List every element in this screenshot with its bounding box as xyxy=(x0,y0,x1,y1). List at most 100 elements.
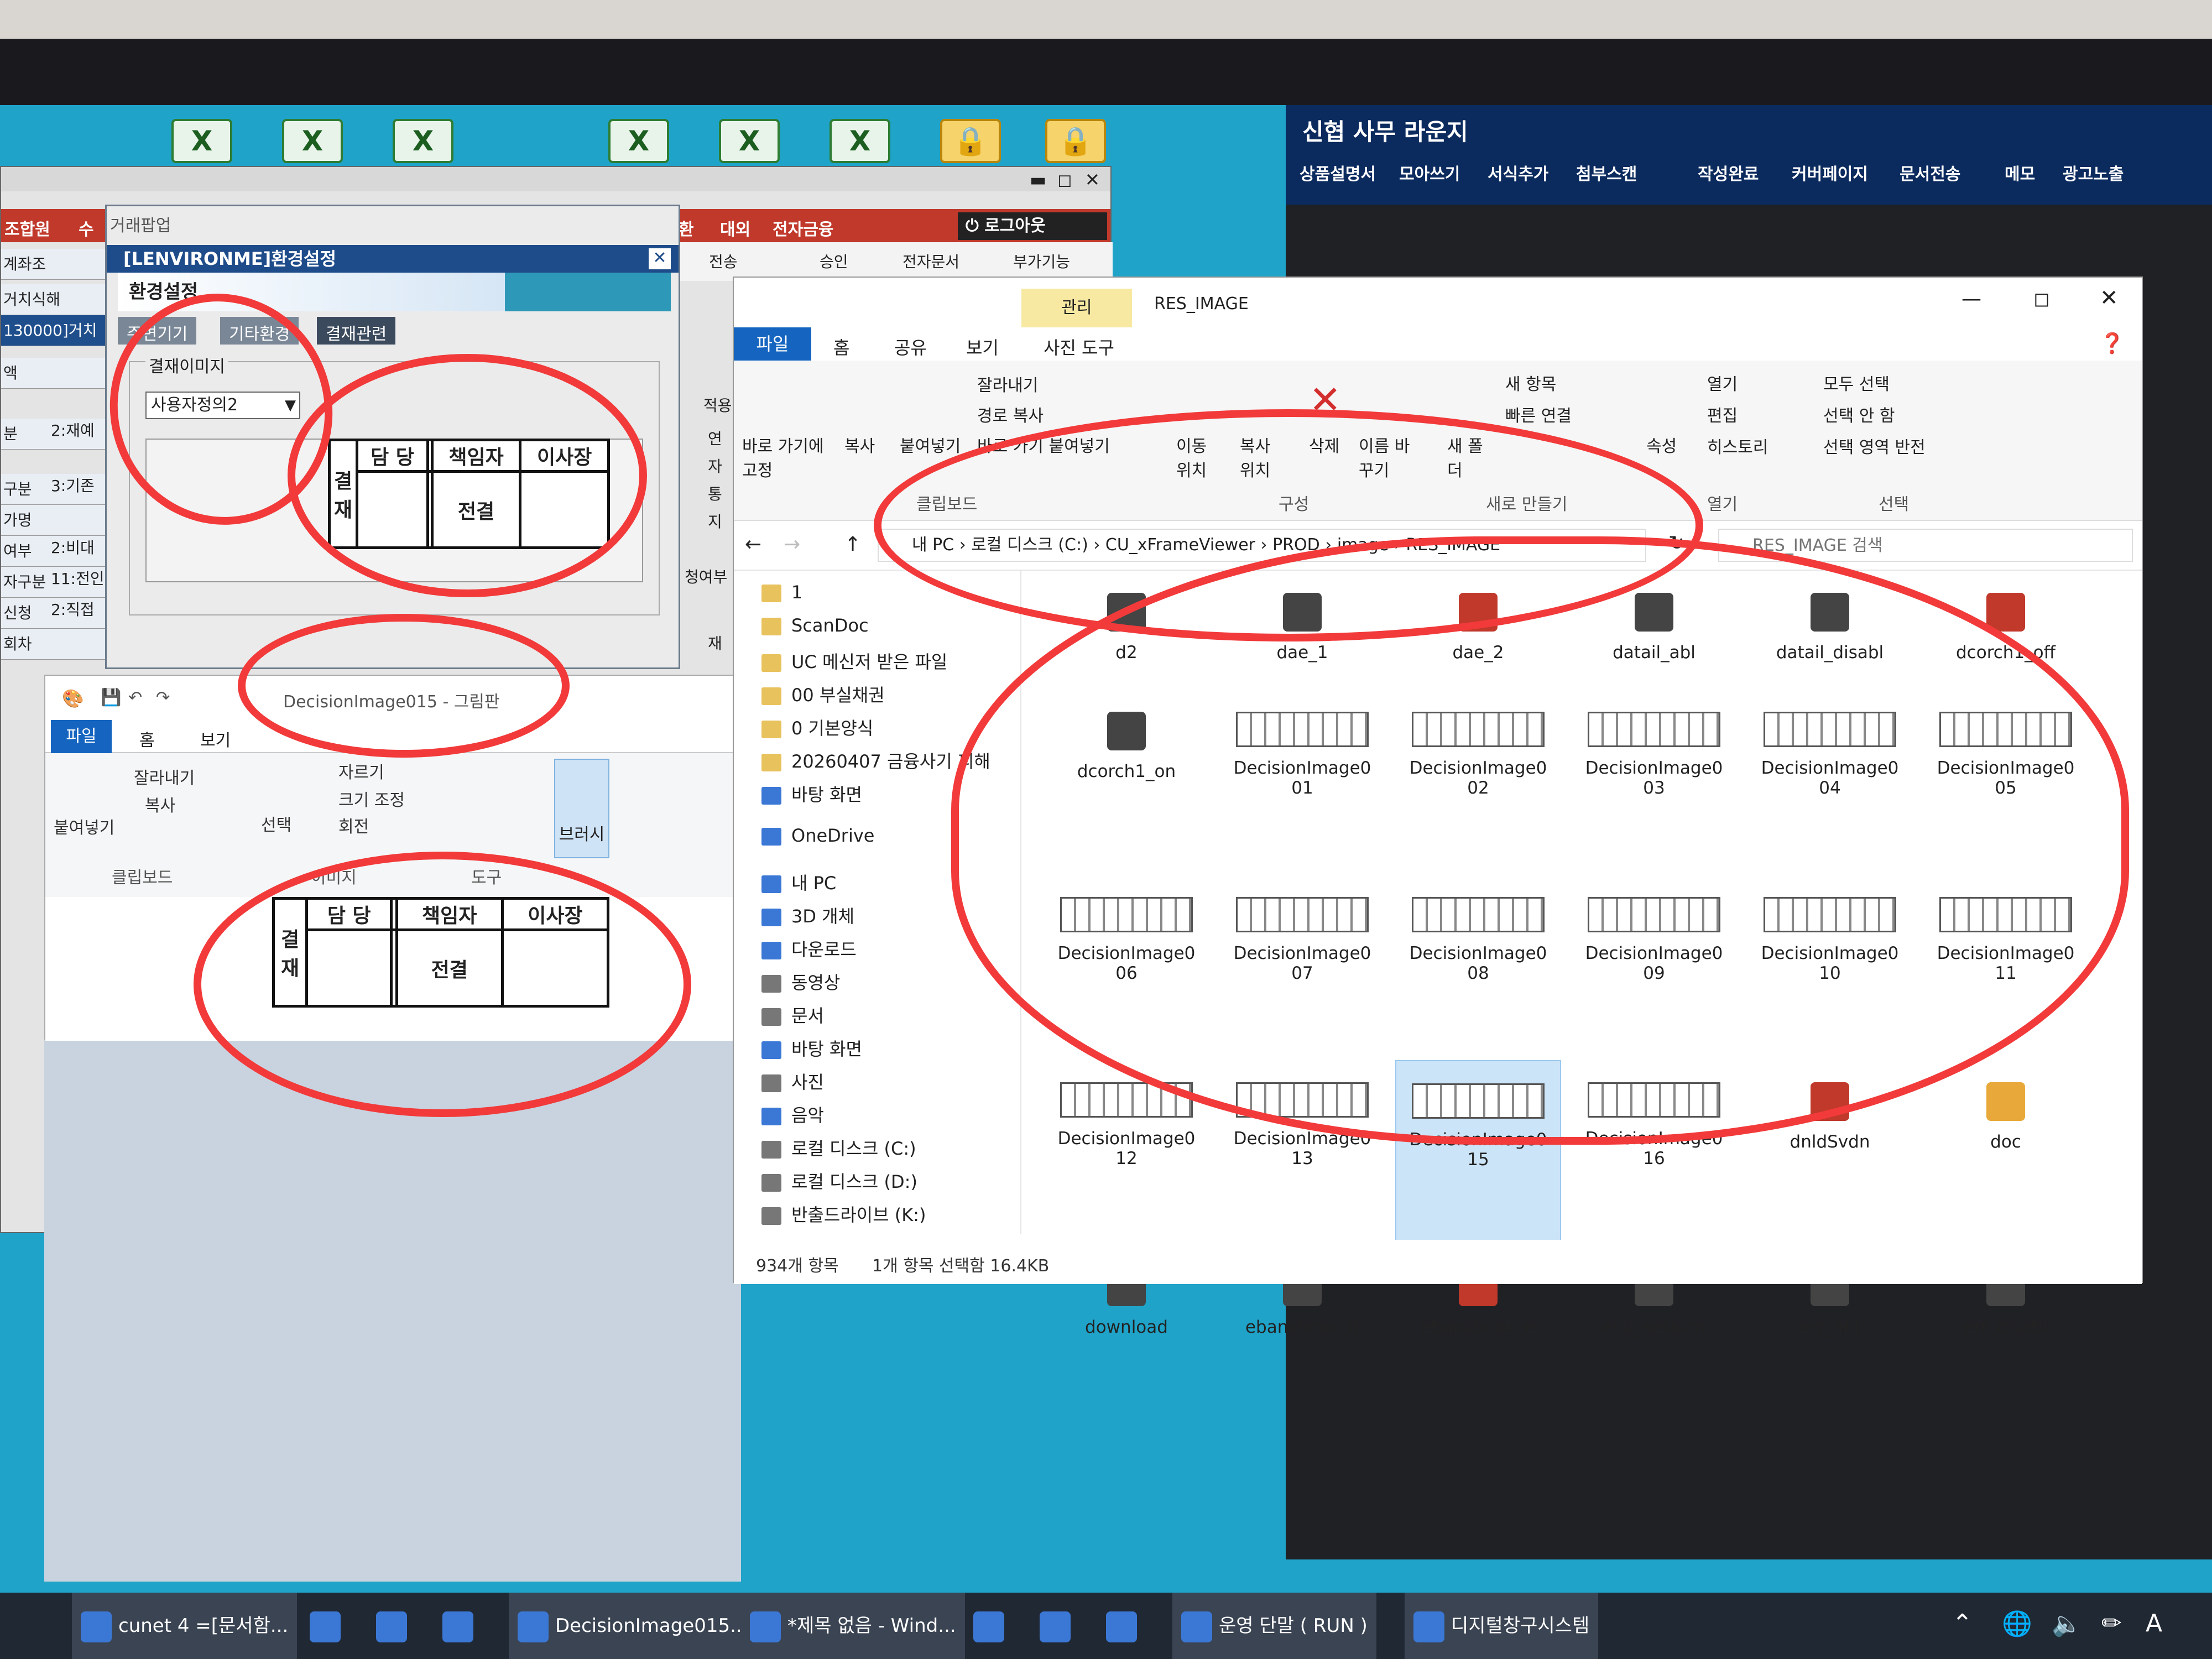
ime-indicator[interactable]: A xyxy=(2146,1609,2162,1637)
tab-home[interactable]: 홈 xyxy=(139,727,155,751)
desktop-excel-icon[interactable]: X xyxy=(282,119,343,163)
minimize-icon[interactable]: — xyxy=(1961,288,1981,310)
nav-item[interactable]: 바탕 화면 xyxy=(761,781,862,806)
up-icon[interactable]: ↑ xyxy=(844,533,861,556)
history-button[interactable]: 히스토리 xyxy=(1707,434,1768,458)
maximize-icon[interactable]: ◻ xyxy=(1057,169,1072,190)
taskbar-app[interactable] xyxy=(1106,1593,1144,1659)
desktop-excel-icon[interactable]: X xyxy=(393,119,453,163)
tool-approve[interactable]: 승인 xyxy=(820,250,848,272)
resize-button[interactable]: 크기 조정 xyxy=(338,786,405,811)
file-item[interactable]: doc xyxy=(1923,1060,2089,1243)
nav-item[interactable]: 로컬 디스크 (D:) xyxy=(761,1168,917,1193)
taskbar-app[interactable] xyxy=(442,1593,480,1659)
nav-item[interactable]: 내 PC xyxy=(761,869,836,895)
menu-send-doc[interactable]: 문서전송 xyxy=(1900,160,1960,185)
chevron-up-icon[interactable]: ⌃ xyxy=(1952,1609,1973,1637)
nav-item[interactable]: 음악 xyxy=(761,1102,824,1127)
nav-item[interactable]: 문서 xyxy=(761,1002,824,1027)
desktop-excel-icon[interactable]: X xyxy=(171,119,232,163)
nav-item[interactable]: 0 기본양식 xyxy=(761,714,873,740)
taskbar-app[interactable] xyxy=(973,1593,1011,1659)
nav-item[interactable]: 20260407 금융사기 피해 xyxy=(761,748,990,773)
rotate-button[interactable]: 회전 xyxy=(338,813,369,837)
taskbar-app[interactable] xyxy=(1040,1593,1077,1659)
network-icon[interactable]: 🌐 xyxy=(2002,1609,2032,1638)
nav-item[interactable]: ScanDoc xyxy=(761,615,869,636)
nav-item[interactable]: 다운로드 xyxy=(761,936,857,961)
nav-item[interactable]: 로컬 디스크 (C:) xyxy=(761,1135,916,1160)
cut-button[interactable]: 잘라내기 xyxy=(977,372,1038,396)
tab-file[interactable]: 파일 xyxy=(734,327,811,361)
cut-button[interactable]: 잘라내기 xyxy=(134,764,195,789)
copy-button[interactable]: 복사 xyxy=(844,432,875,457)
tab-file[interactable]: 파일 xyxy=(51,720,112,753)
tool-send[interactable]: 전송 xyxy=(709,250,738,272)
pen-icon[interactable]: ✏ xyxy=(2101,1609,2122,1637)
nav-item[interactable]: 사진 xyxy=(761,1068,824,1094)
desktop-excel-icon[interactable]: X xyxy=(830,119,890,163)
nav-item[interactable]: 1 xyxy=(761,582,802,603)
copy-button[interactable]: 복사 xyxy=(145,792,175,816)
taskbar-app[interactable]: cunet 4 =[문서함... xyxy=(72,1593,298,1659)
menu-memo[interactable]: 메모 xyxy=(2005,160,2035,185)
menu-cover-page[interactable]: 커버페이지 xyxy=(1792,160,1868,185)
nav-item[interactable]: 00 부실채권 xyxy=(761,681,885,707)
taskbar-app[interactable]: *제목 없음 - Wind... xyxy=(741,1593,965,1659)
menu-external[interactable]: 대외 xyxy=(720,216,750,240)
tab-share[interactable]: 공유 xyxy=(894,334,927,359)
select-all-button[interactable]: 모두 선택 xyxy=(1823,371,1890,395)
manage-tab[interactable]: 관리 xyxy=(1021,289,1132,327)
menu-e-finance[interactable]: 전자금융 xyxy=(773,216,833,240)
forward-icon[interactable]: → xyxy=(784,533,800,556)
maximize-icon[interactable]: ◻ xyxy=(2033,288,2050,310)
easy-access-button[interactable]: 빠른 연결 xyxy=(1505,402,1572,426)
menu-moawrite[interactable]: 모아쓰기 xyxy=(1399,160,1460,185)
copy-path-button[interactable]: 경로 복사 xyxy=(977,402,1044,426)
minimize-icon[interactable]: ▬ xyxy=(1030,169,1046,190)
taskbar-app[interactable]: DecisionImage015... xyxy=(509,1593,757,1659)
nav-item[interactable]: 반출드라이브 (K:) xyxy=(761,1201,926,1227)
volume-icon[interactable]: 🔈 xyxy=(2052,1609,2082,1638)
select-button[interactable]: 선택 xyxy=(261,811,291,836)
nav-item[interactable]: 바탕 화면 xyxy=(761,1035,862,1061)
desktop-excel-icon[interactable]: X xyxy=(608,119,669,163)
properties-button[interactable]: 속성 xyxy=(1646,432,1677,457)
tab-picture-tools[interactable]: 사진 도구 xyxy=(1044,334,1114,359)
close-icon[interactable]: ✕ xyxy=(2100,285,2119,311)
tab-view[interactable]: 보기 xyxy=(966,334,999,359)
nav-item[interactable]: 3D 개체 xyxy=(761,902,854,928)
brush-button[interactable]: 브러시 xyxy=(554,759,609,858)
taskbar-app[interactable]: 디지털창구시스템 xyxy=(1405,1593,1599,1659)
menu-member[interactable]: 조합원 xyxy=(4,216,50,240)
menu-ad[interactable]: 광고노출 xyxy=(2063,160,2124,185)
taskbar-app[interactable]: 운영 단말 ( RUN ) xyxy=(1172,1593,1376,1659)
nav-item[interactable]: 동영상 xyxy=(761,969,840,994)
help-icon[interactable]: ❓ xyxy=(2100,332,2125,355)
pin-button[interactable]: 바로 가기에 고정 xyxy=(742,432,825,481)
edit-button[interactable]: 편집 xyxy=(1707,402,1738,426)
back-icon[interactable]: ← xyxy=(745,533,761,556)
tool-extra[interactable]: 부가기능 xyxy=(1013,250,1070,272)
paste-button[interactable]: 붙여넣기 xyxy=(900,432,961,457)
new-item-button[interactable]: 새 항목 xyxy=(1505,371,1556,395)
open-button[interactable]: 열기 xyxy=(1707,371,1738,395)
tab-view[interactable]: 보기 xyxy=(200,727,231,751)
save-icon[interactable]: 💾 xyxy=(101,688,121,707)
menu-su[interactable]: 수 xyxy=(79,216,94,240)
menu-product-desc[interactable]: 상품설명서 xyxy=(1300,160,1376,185)
side-row[interactable]: 거치식해 xyxy=(1,284,106,315)
taskbar-app[interactable] xyxy=(310,1593,347,1659)
redo-icon[interactable]: ↷ xyxy=(156,688,170,707)
logout-button[interactable]: ⏻ 로그아웃 xyxy=(958,212,1107,240)
menu-add-form[interactable]: 서식추가 xyxy=(1488,160,1548,185)
close-icon[interactable]: ✕ xyxy=(1085,169,1100,190)
tab-home[interactable]: 홈 xyxy=(833,334,849,359)
menu-complete[interactable]: 작성완료 xyxy=(1698,160,1759,185)
undo-icon[interactable]: ↶ xyxy=(128,688,142,707)
desktop-lock-icon[interactable]: 🔒 xyxy=(940,119,1001,163)
close-icon[interactable]: ✕ xyxy=(649,248,671,269)
nav-item[interactable]: OneDrive xyxy=(761,825,874,846)
tab-approval[interactable]: 결재관련 xyxy=(317,317,396,345)
select-none-button[interactable]: 선택 안 함 xyxy=(1823,402,1895,426)
